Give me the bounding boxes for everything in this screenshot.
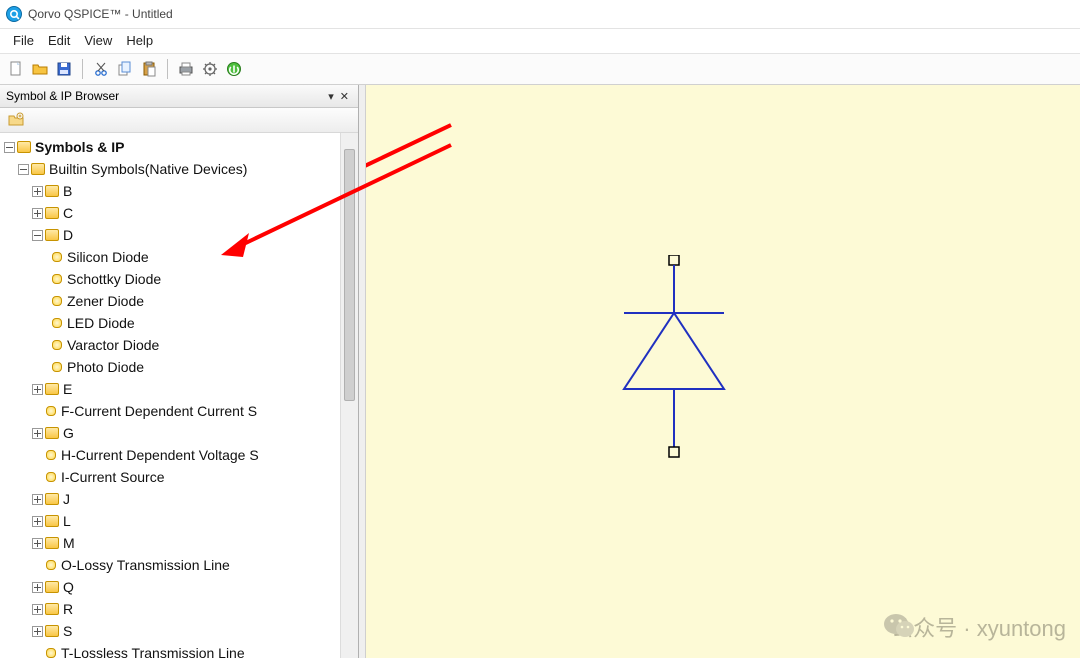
expand-icon[interactable]: [32, 428, 43, 439]
watermark: 公众号 · xyuntong: [883, 611, 1066, 643]
separator: [167, 59, 168, 79]
tree-leaf-f[interactable]: F-Current Dependent Current S: [2, 400, 340, 422]
symbol-icon: [46, 560, 56, 570]
panel-close-icon[interactable]: ✕: [337, 90, 352, 103]
app-icon: [6, 6, 22, 22]
open-file-icon[interactable]: [30, 59, 50, 79]
menu-bar: File Edit View Help: [0, 29, 1080, 53]
menu-edit[interactable]: Edit: [41, 31, 77, 50]
diode-symbol[interactable]: [616, 255, 776, 485]
tree-leaf-varactor-diode[interactable]: Varactor Diode: [2, 334, 340, 356]
symbol-icon: [52, 362, 62, 372]
panel-header: Symbol & IP Browser ▾ ✕: [0, 85, 358, 108]
folder-icon: [45, 185, 59, 197]
folder-icon: [45, 581, 59, 593]
title-bar: Qorvo QSPICE™ - Untitled: [0, 0, 1080, 29]
collapse-icon[interactable]: [32, 230, 43, 241]
folder-icon: [45, 515, 59, 527]
symbol-icon: [52, 340, 62, 350]
tree-node-q[interactable]: Q: [2, 576, 340, 598]
symbol-icon: [52, 252, 62, 262]
tree-node-s[interactable]: S: [2, 620, 340, 642]
settings-icon[interactable]: [200, 59, 220, 79]
tree-node-e[interactable]: E: [2, 378, 340, 400]
symbol-icon: [46, 648, 56, 658]
print-icon[interactable]: [176, 59, 196, 79]
menu-file[interactable]: File: [6, 31, 41, 50]
tree-node-r[interactable]: R: [2, 598, 340, 620]
separator: [82, 59, 83, 79]
new-library-icon[interactable]: [6, 110, 26, 130]
symbol-icon: [46, 472, 56, 482]
folder-icon: [31, 163, 45, 175]
expand-icon[interactable]: [32, 208, 43, 219]
main-area: Symbol & IP Browser ▾ ✕ Symbols & IP Bui…: [0, 85, 1080, 658]
expand-icon[interactable]: [32, 516, 43, 527]
tree-leaf-i[interactable]: I-Current Source: [2, 466, 340, 488]
expand-icon[interactable]: [32, 604, 43, 615]
collapse-icon[interactable]: [18, 164, 29, 175]
panel-menu-icon[interactable]: ▾: [325, 90, 337, 103]
folder-icon: [17, 141, 31, 153]
symbol-icon: [52, 318, 62, 328]
menu-help[interactable]: Help: [119, 31, 160, 50]
folder-icon: [45, 493, 59, 505]
run-icon[interactable]: [224, 59, 244, 79]
tree-node-l[interactable]: L: [2, 510, 340, 532]
collapse-icon[interactable]: [4, 142, 15, 153]
expand-icon[interactable]: [32, 384, 43, 395]
copy-icon[interactable]: [115, 59, 135, 79]
expand-icon[interactable]: [32, 582, 43, 593]
folder-icon: [45, 383, 59, 395]
expand-icon[interactable]: [32, 538, 43, 549]
new-file-icon[interactable]: [6, 59, 26, 79]
tree-leaf-t[interactable]: T-Lossless Transmission Line: [2, 642, 340, 658]
tree-node-m[interactable]: M: [2, 532, 340, 554]
window-title: Qorvo QSPICE™ - Untitled: [28, 7, 173, 21]
tree-leaf-o[interactable]: O-Lossy Transmission Line: [2, 554, 340, 576]
panel-title: Symbol & IP Browser: [6, 89, 119, 103]
expand-icon[interactable]: [32, 626, 43, 637]
tree-node-g[interactable]: G: [2, 422, 340, 444]
cut-icon[interactable]: [91, 59, 111, 79]
tree-node-j[interactable]: J: [2, 488, 340, 510]
symbol-icon: [52, 296, 62, 306]
folder-icon: [45, 427, 59, 439]
symbol-icon: [46, 450, 56, 460]
tree-leaf-led-diode[interactable]: LED Diode: [2, 312, 340, 334]
save-icon[interactable]: [54, 59, 74, 79]
folder-icon: [45, 537, 59, 549]
symbol-icon: [52, 274, 62, 284]
expand-icon[interactable]: [32, 186, 43, 197]
folder-icon: [45, 603, 59, 615]
menu-view[interactable]: View: [77, 31, 119, 50]
schematic-canvas[interactable]: D1 D 公众号 · xyuntong: [366, 85, 1080, 658]
tree-leaf-h[interactable]: H-Current Dependent Voltage S: [2, 444, 340, 466]
toolbar: [0, 53, 1080, 85]
folder-icon: [45, 625, 59, 637]
symbol-icon: [46, 406, 56, 416]
expand-icon[interactable]: [32, 494, 43, 505]
folder-icon: [45, 207, 59, 219]
tree-leaf-photo-diode[interactable]: Photo Diode: [2, 356, 340, 378]
paste-icon[interactable]: [139, 59, 159, 79]
folder-icon: [45, 229, 59, 241]
watermark-text: 公众号 · xyuntong: [891, 611, 1066, 643]
